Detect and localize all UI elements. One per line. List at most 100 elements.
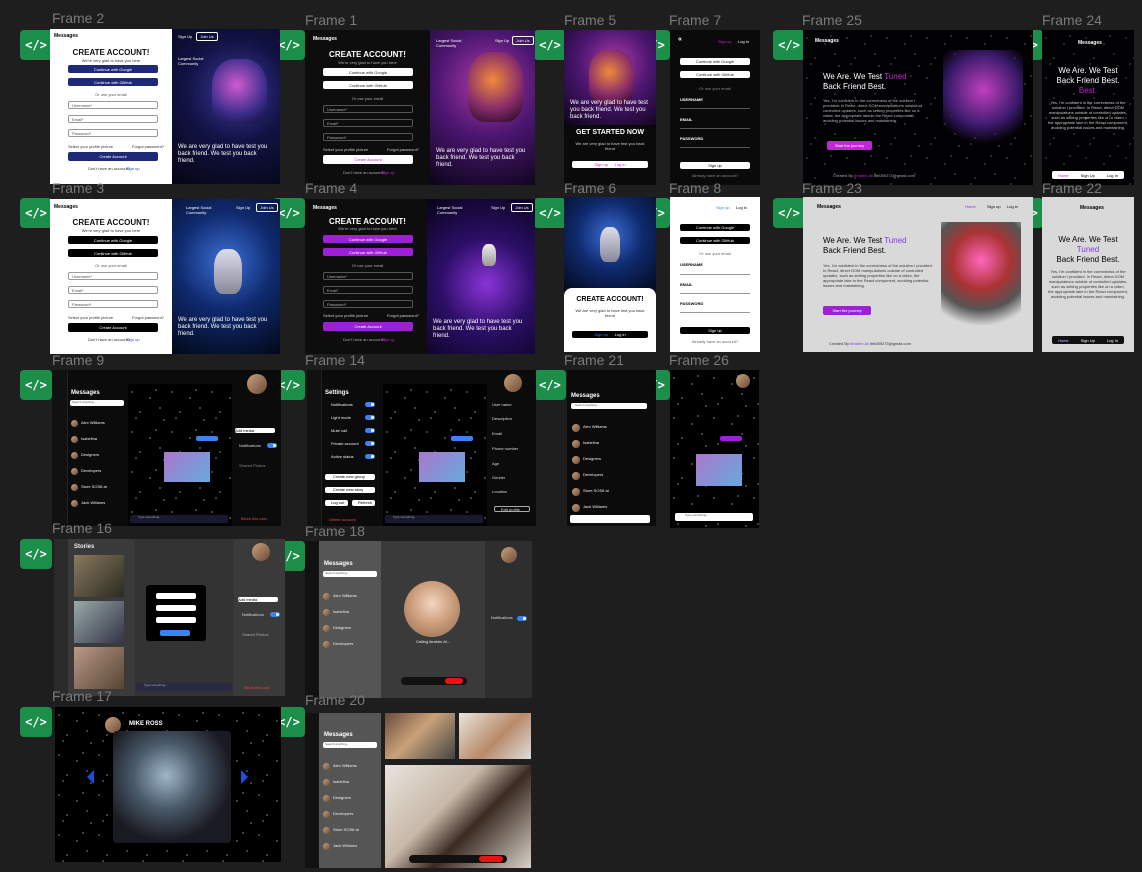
delete-account-link[interactable]: Delete account xyxy=(329,517,356,522)
story-thumbnail[interactable] xyxy=(74,647,124,689)
start-journey-button[interactable]: Start the journey xyxy=(823,306,871,315)
notifications-toggle[interactable] xyxy=(270,612,280,617)
code-view-button[interactable]: </> xyxy=(534,30,566,60)
email-input[interactable] xyxy=(680,293,750,294)
sign-up-link[interactable]: Sign Up xyxy=(491,205,505,210)
end-call-button[interactable] xyxy=(445,678,463,684)
refresh-button[interactable]: Refresh xyxy=(352,500,375,506)
logout-button[interactable]: Log out xyxy=(325,500,348,506)
sign-up-link[interactable]: Sign up xyxy=(987,204,1001,209)
email-field[interactable]: Email* xyxy=(68,115,158,123)
signup-login-toggle[interactable]: Sign up Log in xyxy=(572,161,648,168)
list-item[interactable]: Jack Williams xyxy=(69,498,125,514)
list-item[interactable]: Designers xyxy=(319,793,381,809)
add-media-button[interactable]: Add media xyxy=(238,597,278,602)
password-input[interactable] xyxy=(680,147,750,148)
list-item[interactable]: Alex Williams xyxy=(567,422,656,438)
list-item[interactable]: Isabelina xyxy=(319,777,381,793)
google-button[interactable]: Continue with Google xyxy=(68,236,158,244)
end-call-button[interactable] xyxy=(479,856,503,862)
modal-option[interactable] xyxy=(156,593,196,599)
active-status-toggle[interactable] xyxy=(365,454,375,459)
mute-call-toggle[interactable] xyxy=(365,428,375,433)
list-item[interactable]: Store SOS8 at xyxy=(69,482,125,498)
message-input[interactable]: Type something... xyxy=(130,515,228,523)
email-input[interactable] xyxy=(680,128,750,129)
block-user-link[interactable]: Block this user xyxy=(244,685,270,690)
username-field[interactable]: Username* xyxy=(323,105,413,113)
next-arrow-icon[interactable] xyxy=(241,770,248,784)
code-view-button[interactable]: </> xyxy=(534,198,566,228)
log-in-tab[interactable]: Log in xyxy=(738,39,749,44)
github-button[interactable]: Continue with GitHub xyxy=(323,248,413,256)
home-link[interactable]: Home xyxy=(1058,173,1069,178)
sign-up-link[interactable]: Sign Up xyxy=(178,34,192,39)
profile-label[interactable]: Select your profile picture xyxy=(68,315,113,320)
email-field[interactable]: Email* xyxy=(323,286,413,294)
signup-link[interactable]: Sign up xyxy=(126,337,140,342)
password-field[interactable]: Password* xyxy=(323,133,413,141)
list-item[interactable]: Alex Williams xyxy=(319,591,381,607)
username-field[interactable]: Username* xyxy=(68,272,158,280)
join-button[interactable]: Join Us xyxy=(256,203,278,212)
google-button[interactable]: Continue with Google xyxy=(68,65,158,73)
list-item[interactable]: Store SOS8 at xyxy=(567,486,656,502)
github-button[interactable]: Continue with GitHub xyxy=(680,71,750,78)
code-view-button[interactable]: </> xyxy=(20,539,52,569)
list-item[interactable]: Jack Williams xyxy=(319,841,381,857)
password-field[interactable]: Password* xyxy=(68,129,158,137)
create-account-button[interactable]: Create Account xyxy=(323,155,413,164)
google-button[interactable]: Continue with Google xyxy=(323,68,413,76)
list-item[interactable]: Designers xyxy=(319,623,381,639)
password-field[interactable]: Password* xyxy=(68,300,158,308)
forgot-link[interactable]: Forgot password? xyxy=(132,144,164,149)
code-view-button[interactable]: </> xyxy=(773,198,805,228)
sign-up-tab[interactable]: Sign up xyxy=(594,162,608,167)
email-field[interactable]: Email* xyxy=(323,119,413,127)
start-journey-button[interactable]: Start the journey xyxy=(827,141,872,150)
sign-up-link[interactable]: Sign Up xyxy=(236,205,250,210)
home-link[interactable]: Home xyxy=(1058,338,1069,343)
github-button[interactable]: Continue with GitHub xyxy=(323,81,413,89)
log-in-tab[interactable]: Log in xyxy=(615,332,626,337)
username-field[interactable]: Username* xyxy=(68,101,158,109)
list-item[interactable]: Alex Williams xyxy=(319,761,381,777)
prev-arrow-icon[interactable] xyxy=(87,770,94,784)
github-button[interactable]: Continue with GitHub xyxy=(68,249,158,257)
message-input[interactable]: Type something... xyxy=(385,515,483,523)
edit-profile-button[interactable]: Edit profile xyxy=(494,506,530,512)
log-in-link[interactable]: Log In xyxy=(1107,173,1118,178)
code-view-button[interactable]: </> xyxy=(20,198,52,228)
create-account-button[interactable]: Create Account xyxy=(323,322,413,331)
list-item[interactable]: Developers xyxy=(69,466,125,482)
join-button[interactable]: Join Us xyxy=(196,32,218,41)
back-icon[interactable]: « xyxy=(678,36,682,44)
password-input[interactable] xyxy=(680,312,750,313)
email-field[interactable]: Email* xyxy=(68,286,158,294)
search-input[interactable]: Search anything... xyxy=(323,742,377,748)
profile-label[interactable]: Select your profile picture xyxy=(323,313,368,318)
join-button[interactable]: Join Us xyxy=(511,203,533,212)
username-field[interactable]: Username* xyxy=(323,272,413,280)
log-in-tab[interactable]: Log in xyxy=(615,162,626,167)
code-view-button[interactable]: </> xyxy=(534,370,566,400)
sign-up-tab[interactable]: Sign up xyxy=(594,332,608,337)
story-thumbnail[interactable] xyxy=(74,601,124,643)
code-view-button[interactable]: </> xyxy=(20,30,52,60)
log-in-link[interactable]: Log in xyxy=(1007,204,1018,209)
signup-link[interactable]: Sign up xyxy=(381,337,395,342)
search-input[interactable]: Search anything... xyxy=(571,403,647,409)
list-item[interactable]: Store SOS8 at xyxy=(319,825,381,841)
code-view-button[interactable]: </> xyxy=(20,370,52,400)
message-input[interactable]: Type something... xyxy=(136,683,232,691)
notifications-toggle[interactable] xyxy=(365,402,375,407)
create-story-button[interactable]: Create new story xyxy=(325,487,375,493)
signup-login-toggle[interactable]: Sign up Log in xyxy=(572,331,648,338)
notifications-toggle[interactable] xyxy=(517,616,527,621)
message-input[interactable]: Type something... xyxy=(675,513,753,521)
log-in-link[interactable]: Log In xyxy=(1107,338,1118,343)
list-item[interactable]: Designers xyxy=(69,450,125,466)
list-item[interactable]: Isabelina xyxy=(69,434,125,450)
sign-up-button[interactable]: Sign up xyxy=(680,327,750,334)
list-item[interactable]: Isabelina xyxy=(567,438,656,454)
